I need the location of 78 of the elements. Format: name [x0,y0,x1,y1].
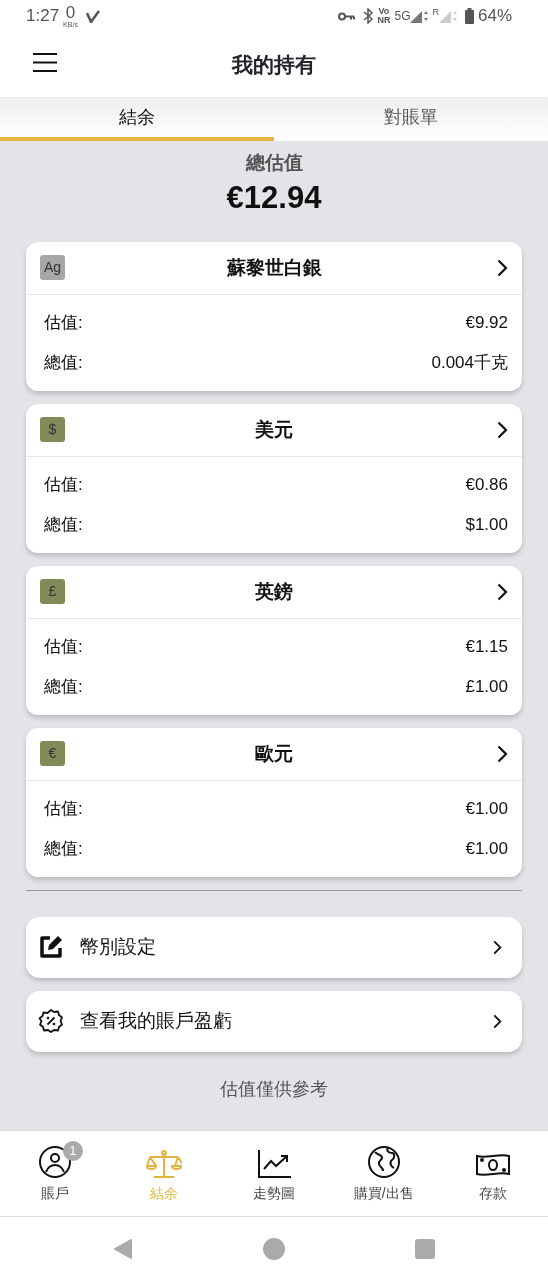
row-label: 估值: [44,798,83,821]
asset-symbol-icon: Ag [40,255,65,281]
holding-name: 歐元 [255,741,293,766]
chevron-right-icon [497,420,508,439]
chevron-right-icon [493,939,502,955]
nav-label: 購買/出售 [353,1184,414,1203]
chevron-right-icon [497,258,508,277]
nav-label: 走勢圖 [253,1184,295,1203]
nav-tab[interactable]: 存款 [438,1131,548,1216]
percent-badge-icon [38,1008,64,1035]
row-label: 估值: [44,636,83,659]
total-label: 總估值 [245,151,303,175]
key-icon [338,11,356,21]
nav-label: 結余 [150,1184,179,1203]
menu-item-label: 幣別設定 [80,935,157,960]
menu-item[interactable]: 幣別設定 [26,916,522,978]
volte-label: NR [377,16,391,25]
total-value: €12.94 [226,178,322,217]
holding-header[interactable]: £ 英鎊 [26,565,522,619]
signal-icon [438,9,457,23]
network-type: 5G [394,8,411,25]
menu-icon[interactable] [33,53,57,72]
row-value: £1.00 [465,676,508,699]
holding-header[interactable]: $ 美元 [26,403,522,457]
nav-tab[interactable]: 走勢圖 [219,1131,329,1216]
menu-item-label: 查看我的賬戶盈虧 [80,1009,233,1034]
line-chart-icon [257,1149,291,1179]
row-label: 估值: [44,474,83,497]
asset-symbol-icon: £ [40,579,65,605]
scale-icon [146,1149,183,1179]
holding-name: 英鎊 [255,579,293,604]
row-value: €1.00 [465,838,508,861]
holding-header[interactable]: Ag 蘇黎世白銀 [26,241,522,295]
row-value: €0.86 [465,474,508,497]
check-icon [85,9,100,23]
row-value: €1.00 [465,798,508,821]
row-value: €1.15 [465,636,508,659]
row-value: €9.92 [465,312,508,335]
battery-icon [464,8,474,24]
menu-item[interactable]: 查看我的賬戶盈虧 [26,990,522,1052]
net-speed: 0 [65,4,76,21]
holding-name: 蘇黎世白銀 [226,255,322,280]
globe-icon [366,1145,401,1179]
holding-name: 美元 [255,417,293,442]
user-icon [37,1145,72,1179]
nav-tab[interactable]: 賬戶 1 [0,1131,110,1216]
edit-icon [38,934,64,961]
row-label: 總值: [44,352,83,375]
nav-label: 賬戶 [40,1184,69,1203]
asset-symbol-icon: € [40,741,65,767]
notification-badge: 1 [62,1141,83,1161]
status-time: 1:27 [26,5,60,28]
row-label: 總值: [44,676,83,699]
row-label: 估值: [44,312,83,335]
chevron-right-icon [497,744,508,763]
row-value: 0.004千克 [431,352,508,375]
holding-header[interactable]: € 歐元 [26,727,522,781]
signal-icon [410,9,429,23]
disclaimer-text: 估值僅供參考 [220,1078,328,1099]
nav-label: 存款 [479,1184,508,1203]
volte-label: Vo [378,7,390,16]
battery-level: 64% [477,5,512,28]
tab[interactable]: 對賬單 [274,97,548,141]
home-icon[interactable] [263,1237,285,1260]
row-value: $1.00 [465,514,508,537]
banknote-icon [475,1151,512,1179]
nav-tab[interactable]: 購買/出售 [328,1131,439,1216]
chevron-right-icon [497,582,508,601]
bluetooth-icon [363,8,374,24]
tab[interactable]: 結余 [0,97,274,141]
recents-icon[interactable] [415,1238,435,1259]
page-title: 我的持有 [232,51,316,78]
row-label: 總值: [44,514,83,537]
row-label: 總值: [44,838,83,861]
asset-symbol-icon: $ [40,417,65,443]
back-icon[interactable] [113,1238,133,1259]
roaming-label: R [432,6,439,19]
chevron-right-icon [493,1013,502,1029]
